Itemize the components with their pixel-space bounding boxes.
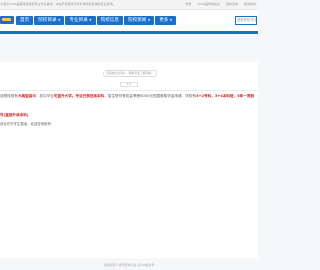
chevron-down-icon: ▼ <box>89 18 92 22</box>
article-summary: 该院校信息简介，帮助考生了解院校。 <box>103 70 157 77</box>
article-note: 适合在外学生报读，欢迎咨询报考。 <box>0 122 55 126</box>
chevron-down-icon: ▼ <box>147 18 151 22</box>
nav-college-info[interactable]: 院校信息 <box>96 16 123 25</box>
header-accent-bar <box>0 31 258 34</box>
article-highlight: 可(直接升读本科) <box>0 113 29 117</box>
search-input[interactable]: 搜索院校/专业 <box>235 16 257 25</box>
top-links: 登录 2026届学院信息 院校查询 报考指导 <box>180 2 256 6</box>
nav-more[interactable]: 更多 ▼ <box>155 16 177 25</box>
site-logo[interactable] <box>0 16 14 24</box>
nav-college-directory[interactable]: 院校目录 ▼ <box>34 16 65 25</box>
top-link-college-info[interactable]: 2026届学院信息 <box>197 2 220 6</box>
main-nav: 首页 院校目录 ▼ 专业目录 ▼ 院校信息 院校新闻 ▼ 更多 ▼ <box>16 16 177 25</box>
page-footer: 版权所有©学历查询平台 京ICP备案号 <box>103 263 155 267</box>
divider <box>0 90 258 91</box>
chevron-down-icon: ▼ <box>169 18 173 22</box>
top-link-guide[interactable]: 报考指导 <box>244 2 256 6</box>
article-card <box>0 62 258 258</box>
top-info-bar: 为满足2026届报考院校和专业学生需求，本站开通留学生专升本院校查询和专业查询。… <box>0 0 258 10</box>
nav-home[interactable]: 首页 <box>16 16 34 25</box>
nav-major-directory[interactable]: 专业目录 ▼ <box>65 16 96 25</box>
site-header: 首页 院校目录 ▼ 专业目录 ▼ 院校信息 院校新闻 ▼ 更多 ▼ 搜索院校/专业 <box>0 10 258 31</box>
article-paragraph: 该院校现有大典型高中，初中毕业可直升大学。专业已获批准本科，招生院可有机会享受6… <box>0 94 255 98</box>
nav-college-news[interactable]: 院校新闻 ▼ <box>124 16 155 25</box>
chevron-down-icon: ▼ <box>58 18 61 22</box>
top-notice: 为满足2026届报考院校和专业学生需求，本站开通留学生专升本院校查询和专业查询。 <box>0 2 116 6</box>
top-link-login[interactable]: 登录 <box>185 2 191 6</box>
top-link-college-search[interactable]: 院校查询 <box>226 2 238 6</box>
page-indicator[interactable]: 1/1 <box>120 82 138 87</box>
